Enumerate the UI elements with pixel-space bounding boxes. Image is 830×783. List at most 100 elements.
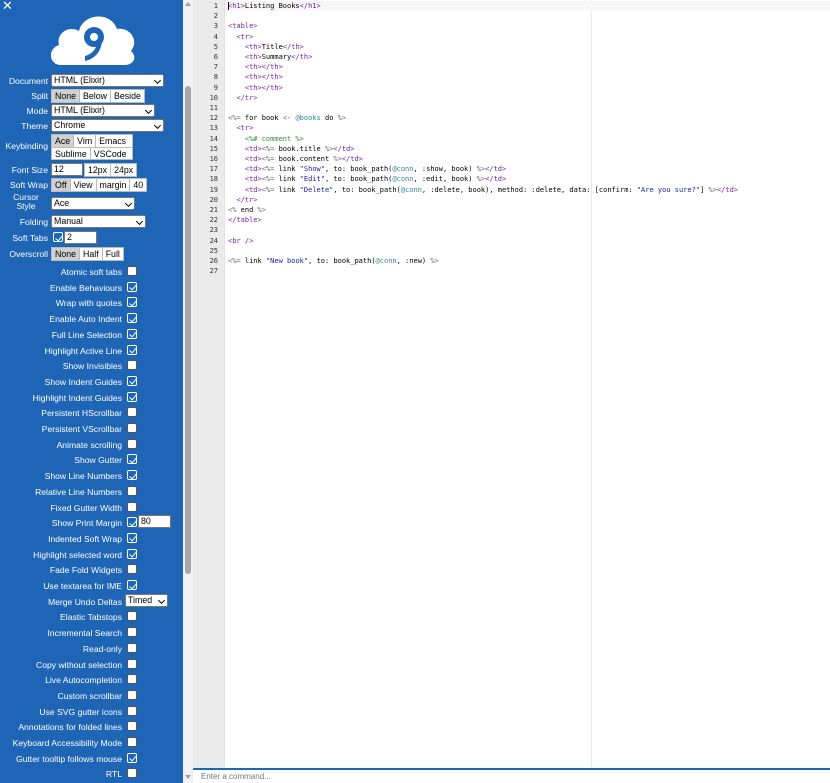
highlight-indent-guides-label: Highlight Indent Guides	[32, 392, 122, 403]
show-line-numbers-label: Show Line Numbers	[44, 471, 122, 482]
sidebar-scrollbar[interactable]	[183, 0, 193, 783]
full-line-selection-checkbox[interactable]	[127, 328, 137, 339]
soft-wrap-buttons: Off View margin 40	[51, 178, 148, 192]
overscroll-buttons-option[interactable]: Full	[102, 248, 123, 260]
split-buttons-option[interactable]: Below	[80, 90, 111, 102]
font-size-buttons: 12px 24px	[84, 163, 138, 177]
animate-scrolling-checkbox[interactable]	[127, 438, 137, 449]
persistent-hscrollbar-checkbox[interactable]	[127, 407, 137, 418]
custom-scrollbar-row: Custom scrollbar	[0, 689, 183, 704]
keybinding-option[interactable]: VSCode	[90, 148, 130, 159]
line-number: 17	[209, 165, 218, 174]
code-editor[interactable]: 1 2 3 4 5 6 7 8 9 10 11 12 13 14 15 16 17 18 19 20 21 22 23 24 2…	[193, 0, 830, 768]
highlight-selected-word-label: Highlight selected word	[33, 549, 122, 560]
highlight-indent-guides-row: Highlight Indent Guides	[0, 391, 183, 406]
indented-soft-wrap-checkbox[interactable]	[127, 532, 137, 543]
gutter-tooltip-follows-mouse-row: Gutter tooltip follows mouse	[0, 752, 183, 767]
read-only-checkbox[interactable]	[127, 642, 137, 653]
show-print-margin-input[interactable]: 80	[138, 515, 171, 529]
soft-tabs-input[interactable]: 2	[64, 231, 97, 244]
sidebar-scrollbar-thumb[interactable]	[185, 86, 191, 574]
line-number: 14	[209, 134, 218, 143]
highlight-active-line-row: Highlight Active Line	[0, 344, 183, 359]
show-gutter-checkbox[interactable]	[127, 454, 137, 465]
keyboard-accessibility-mode-checkbox[interactable]	[127, 737, 137, 747]
elastic-tabstops-row: Elastic Tabstops	[0, 610, 183, 625]
soft-wrap-buttons-option[interactable]: margin	[96, 179, 131, 191]
soft-wrap-buttons-option[interactable]: Off	[52, 179, 71, 191]
text-cursor	[228, 2, 229, 10]
document-select[interactable]: HTML (Elixir)	[51, 74, 164, 87]
soft-tabs-row: Soft Tabs 2	[0, 231, 183, 246]
font-size-row: Font Size 12 12px 24px	[0, 163, 183, 178]
custom-scrollbar-checkbox[interactable]	[127, 689, 137, 700]
relative-line-numbers-label: Relative Line Numbers	[35, 486, 122, 497]
copy-without-selection-checkbox[interactable]	[127, 658, 137, 669]
line-number: 4	[213, 32, 218, 41]
show-indent-guides-row: Show Indent Guides	[0, 375, 183, 390]
use-textarea-for-ime-checkbox[interactable]	[127, 580, 137, 590]
fade-fold-widgets-checkbox[interactable]	[127, 564, 137, 575]
gutter-tooltip-follows-mouse-checkbox[interactable]	[127, 752, 137, 763]
mode-select[interactable]: HTML (Elixir)	[51, 104, 155, 117]
folding-select[interactable]: Manual	[51, 215, 146, 228]
enable-behaviours-checkbox[interactable]	[127, 281, 137, 292]
soft-wrap-buttons-option[interactable]: 40	[130, 179, 147, 191]
merge-undo-deltas-select[interactable]: Timed	[125, 593, 168, 607]
fixed-gutter-width-checkbox[interactable]	[127, 501, 137, 512]
command-bar[interactable]: Enter a command...	[193, 768, 830, 783]
overscroll-buttons-option[interactable]: None	[52, 248, 81, 260]
show-line-numbers-checkbox[interactable]	[127, 470, 137, 481]
font-size-buttons-option[interactable]: 12px	[85, 164, 112, 176]
overscroll-buttons-option[interactable]: Half	[80, 248, 103, 260]
highlight-active-line-checkbox[interactable]	[127, 344, 137, 355]
show-invisibles-checkbox[interactable]	[127, 360, 137, 371]
show-print-margin-checkbox[interactable]	[127, 517, 137, 528]
relative-line-numbers-checkbox[interactable]	[127, 485, 137, 496]
keybinding-option[interactable]: Sublime	[52, 148, 91, 159]
show-indent-guides-checkbox[interactable]	[127, 375, 137, 386]
code-line: </table>	[228, 216, 262, 225]
split-buttons-option[interactable]: Beside	[111, 90, 144, 102]
code-line: <td><%= link "Delete", to: book_path(@co…	[244, 185, 739, 194]
copy-without-selection-row: Copy without selection	[0, 658, 183, 673]
select-value: Ace	[54, 198, 70, 208]
line-number: 3	[213, 22, 218, 31]
highlight-indent-guides-checkbox[interactable]	[127, 391, 137, 402]
annotations-for-folded-lines-label: Annotations for folded lines	[18, 722, 122, 733]
soft-tabs-checkbox[interactable]	[53, 232, 63, 242]
persistent-vscrollbar-checkbox[interactable]	[127, 423, 137, 433]
highlight-selected-word-row: Highlight selected word	[0, 548, 183, 563]
font-size-buttons-option[interactable]: 24px	[111, 164, 137, 176]
command-input[interactable]: Enter a command...	[201, 772, 271, 781]
keybinding-option[interactable]: Vim	[74, 135, 97, 147]
split-buttons-option[interactable]: None	[52, 90, 81, 102]
select-value: HTML (Elixir)	[54, 105, 105, 115]
theme-select[interactable]: Chrome	[51, 119, 164, 132]
code-line: <%# comment %>	[244, 134, 304, 143]
wrap-with-quotes-checkbox[interactable]	[127, 297, 137, 308]
live-autocompletion-checkbox[interactable]	[127, 674, 137, 685]
keybinding-option[interactable]: Emacs	[96, 135, 130, 147]
keybinding-option[interactable]: Ace	[52, 135, 75, 147]
font-size-input[interactable]: 12	[51, 163, 83, 176]
code-line: <br />	[228, 236, 254, 245]
scroll-down-icon[interactable]	[185, 775, 191, 779]
highlight-selected-word-checkbox[interactable]	[127, 548, 137, 559]
close-icon[interactable]: ✕	[2, 0, 16, 13]
soft-wrap-row: Soft Wrap Off View margin 40	[0, 178, 183, 193]
line-number: 7	[213, 63, 218, 72]
enable-auto-indent-checkbox[interactable]	[127, 313, 137, 324]
use-svg-gutter-icons-checkbox[interactable]	[127, 705, 137, 716]
scroll-up-icon[interactable]	[185, 2, 191, 6]
rtl-checkbox[interactable]	[127, 768, 137, 779]
annotations-for-folded-lines-checkbox[interactable]	[127, 721, 137, 732]
incremental-search-row: Incremental Search	[0, 626, 183, 641]
incremental-search-checkbox[interactable]	[127, 627, 137, 638]
soft-wrap-buttons-option[interactable]: View	[70, 179, 97, 191]
chevron-down-icon	[135, 217, 144, 226]
elastic-tabstops-checkbox[interactable]	[127, 611, 137, 622]
show-gutter-row: Show Gutter	[0, 453, 183, 468]
cursor-style-select[interactable]: Ace	[51, 197, 135, 210]
atomic-soft-tabs-checkbox[interactable]	[127, 266, 137, 276]
